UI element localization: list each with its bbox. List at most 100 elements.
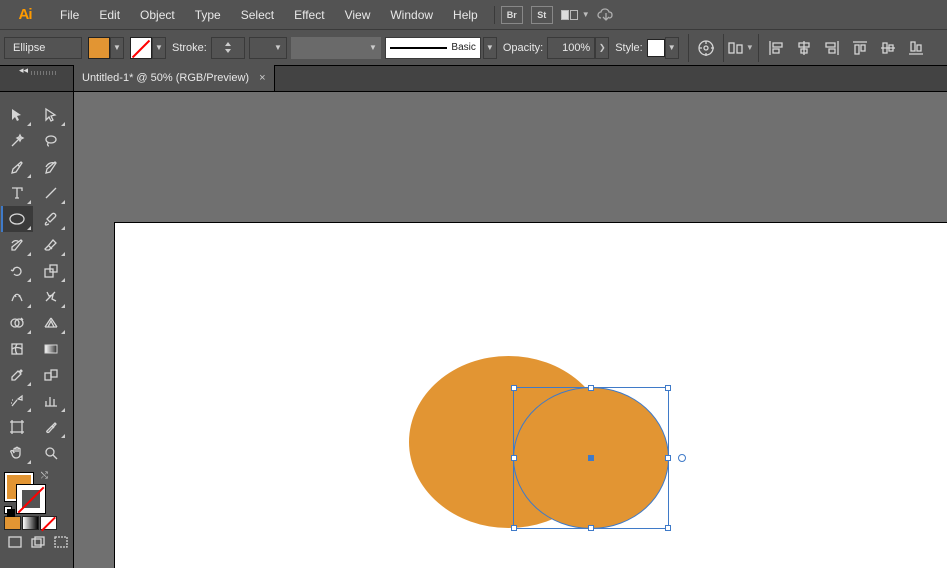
brush-dropdown[interactable]: ▼ <box>483 37 497 59</box>
color-mode-row <box>4 516 73 530</box>
fill-swatch[interactable] <box>88 37 110 59</box>
align-center-v-button[interactable] <box>875 35 901 61</box>
draw-normal-button[interactable] <box>4 533 26 551</box>
graphic-style-dropdown[interactable]: ▼ <box>665 37 679 59</box>
selected-object-type[interactable]: Ellipse <box>4 37 82 59</box>
swap-fill-stroke-icon[interactable]: ⤭ <box>41 470 48 481</box>
default-fill-stroke-icon[interactable] <box>4 506 14 516</box>
blend-tool[interactable] <box>35 362 67 388</box>
tools-panel: ⤭ <box>0 92 74 568</box>
lasso-tool[interactable] <box>35 128 67 154</box>
arrange-documents-button[interactable]: ▼ <box>561 10 590 20</box>
fill-stroke-control[interactable]: ⤭ <box>4 472 46 514</box>
menu-object[interactable]: Object <box>130 0 185 30</box>
artboard[interactable] <box>115 223 947 568</box>
stroke-color-box[interactable] <box>16 484 46 514</box>
align-panel-button[interactable]: ▼ <box>728 35 754 61</box>
tools-panel-header[interactable]: ◂◂ <box>0 65 74 91</box>
draw-behind-button[interactable] <box>27 533 49 551</box>
paintbrush-tool[interactable] <box>35 206 67 232</box>
recolor-artwork-button[interactable] <box>693 35 719 61</box>
magic-wand-tool[interactable] <box>1 128 33 154</box>
rotate-tool[interactable] <box>1 258 33 284</box>
resize-handle-w[interactable] <box>511 455 517 461</box>
artboard-tool[interactable] <box>1 414 33 440</box>
opacity-dropdown[interactable]: ❯ <box>595 37 609 59</box>
document-tab-bar: ◂◂ Untitled-1* @ 50% (RGB/Preview) × <box>0 66 947 92</box>
line-segment-tool[interactable] <box>35 180 67 206</box>
eyedropper-tool[interactable] <box>1 362 33 388</box>
menu-separator <box>494 6 495 24</box>
align-center-h-button[interactable] <box>791 35 817 61</box>
control-separator <box>723 34 724 62</box>
document-tab[interactable]: Untitled-1* @ 50% (RGB/Preview) × <box>74 65 275 91</box>
hand-tool[interactable] <box>1 440 33 466</box>
style-label: Style: <box>615 42 643 54</box>
ellipse-tool[interactable] <box>1 206 33 232</box>
collapse-icon: ◂◂ <box>17 65 31 75</box>
shaper-tool[interactable] <box>1 232 33 258</box>
stock-button[interactable]: St <box>531 6 553 24</box>
stroke-weight-stepper[interactable] <box>211 37 245 59</box>
graphic-style-swatch[interactable] <box>647 39 665 57</box>
workspace[interactable] <box>74 92 947 568</box>
pen-tool[interactable] <box>1 154 33 180</box>
align-left-button[interactable] <box>763 35 789 61</box>
brush-definition-label: Basic <box>451 42 475 53</box>
stroke-dropdown[interactable]: ▼ <box>152 37 166 59</box>
color-mode-gradient[interactable] <box>22 516 39 530</box>
center-point-icon[interactable] <box>588 455 594 461</box>
align-bottom-button[interactable] <box>903 35 929 61</box>
bridge-button[interactable]: Br <box>501 6 523 24</box>
resize-handle-se[interactable] <box>665 525 671 531</box>
direct-selection-tool[interactable] <box>35 102 67 128</box>
column-graph-tool[interactable] <box>35 388 67 414</box>
menu-edit[interactable]: Edit <box>89 0 130 30</box>
menu-window[interactable]: Window <box>380 0 443 30</box>
symbol-sprayer-tool[interactable] <box>1 388 33 414</box>
selection-bounding-box[interactable] <box>513 387 669 529</box>
document-close-button[interactable]: × <box>259 72 265 84</box>
resize-handle-sw[interactable] <box>511 525 517 531</box>
menu-type[interactable]: Type <box>185 0 231 30</box>
resize-handle-s[interactable] <box>588 525 594 531</box>
eraser-tool[interactable] <box>35 232 67 258</box>
sync-settings-icon[interactable] <box>596 7 618 23</box>
type-tool[interactable] <box>1 180 33 206</box>
menu-select[interactable]: Select <box>231 0 284 30</box>
free-transform-tool[interactable] <box>35 284 67 310</box>
zoom-tool[interactable] <box>35 440 67 466</box>
mesh-tool[interactable] <box>1 336 33 362</box>
brush-definition[interactable]: Basic <box>385 37 481 59</box>
perspective-grid-tool[interactable] <box>35 310 67 336</box>
opacity-label: Opacity: <box>503 42 543 54</box>
color-mode-none[interactable] <box>40 516 57 530</box>
stroke-label: Stroke: <box>172 42 207 54</box>
variable-width-profile[interactable]: ▼ <box>291 37 381 59</box>
shape-builder-tool[interactable] <box>1 310 33 336</box>
menu-view[interactable]: View <box>335 0 381 30</box>
stroke-swatch[interactable] <box>130 37 152 59</box>
fill-dropdown[interactable]: ▼ <box>110 37 124 59</box>
screen-mode-row <box>4 533 73 551</box>
align-right-button[interactable] <box>819 35 845 61</box>
scale-tool[interactable] <box>35 258 67 284</box>
resize-handle-n[interactable] <box>588 385 594 391</box>
draw-inside-button[interactable] <box>50 533 72 551</box>
resize-handle-e[interactable] <box>665 455 671 461</box>
gradient-tool[interactable] <box>35 336 67 362</box>
pie-widget-handle[interactable] <box>678 454 686 462</box>
curvature-tool[interactable] <box>35 154 67 180</box>
width-tool[interactable] <box>1 284 33 310</box>
resize-handle-nw[interactable] <box>511 385 517 391</box>
menu-file[interactable]: File <box>50 0 89 30</box>
slice-tool[interactable] <box>35 414 67 440</box>
color-mode-solid[interactable] <box>4 516 21 530</box>
resize-handle-ne[interactable] <box>665 385 671 391</box>
selection-tool[interactable] <box>1 102 33 128</box>
align-top-button[interactable] <box>847 35 873 61</box>
menu-effect[interactable]: Effect <box>284 0 334 30</box>
stroke-weight-dropdown[interactable]: ▼ <box>249 37 287 59</box>
opacity-value[interactable]: 100% <box>547 37 595 59</box>
menu-help[interactable]: Help <box>443 0 488 30</box>
